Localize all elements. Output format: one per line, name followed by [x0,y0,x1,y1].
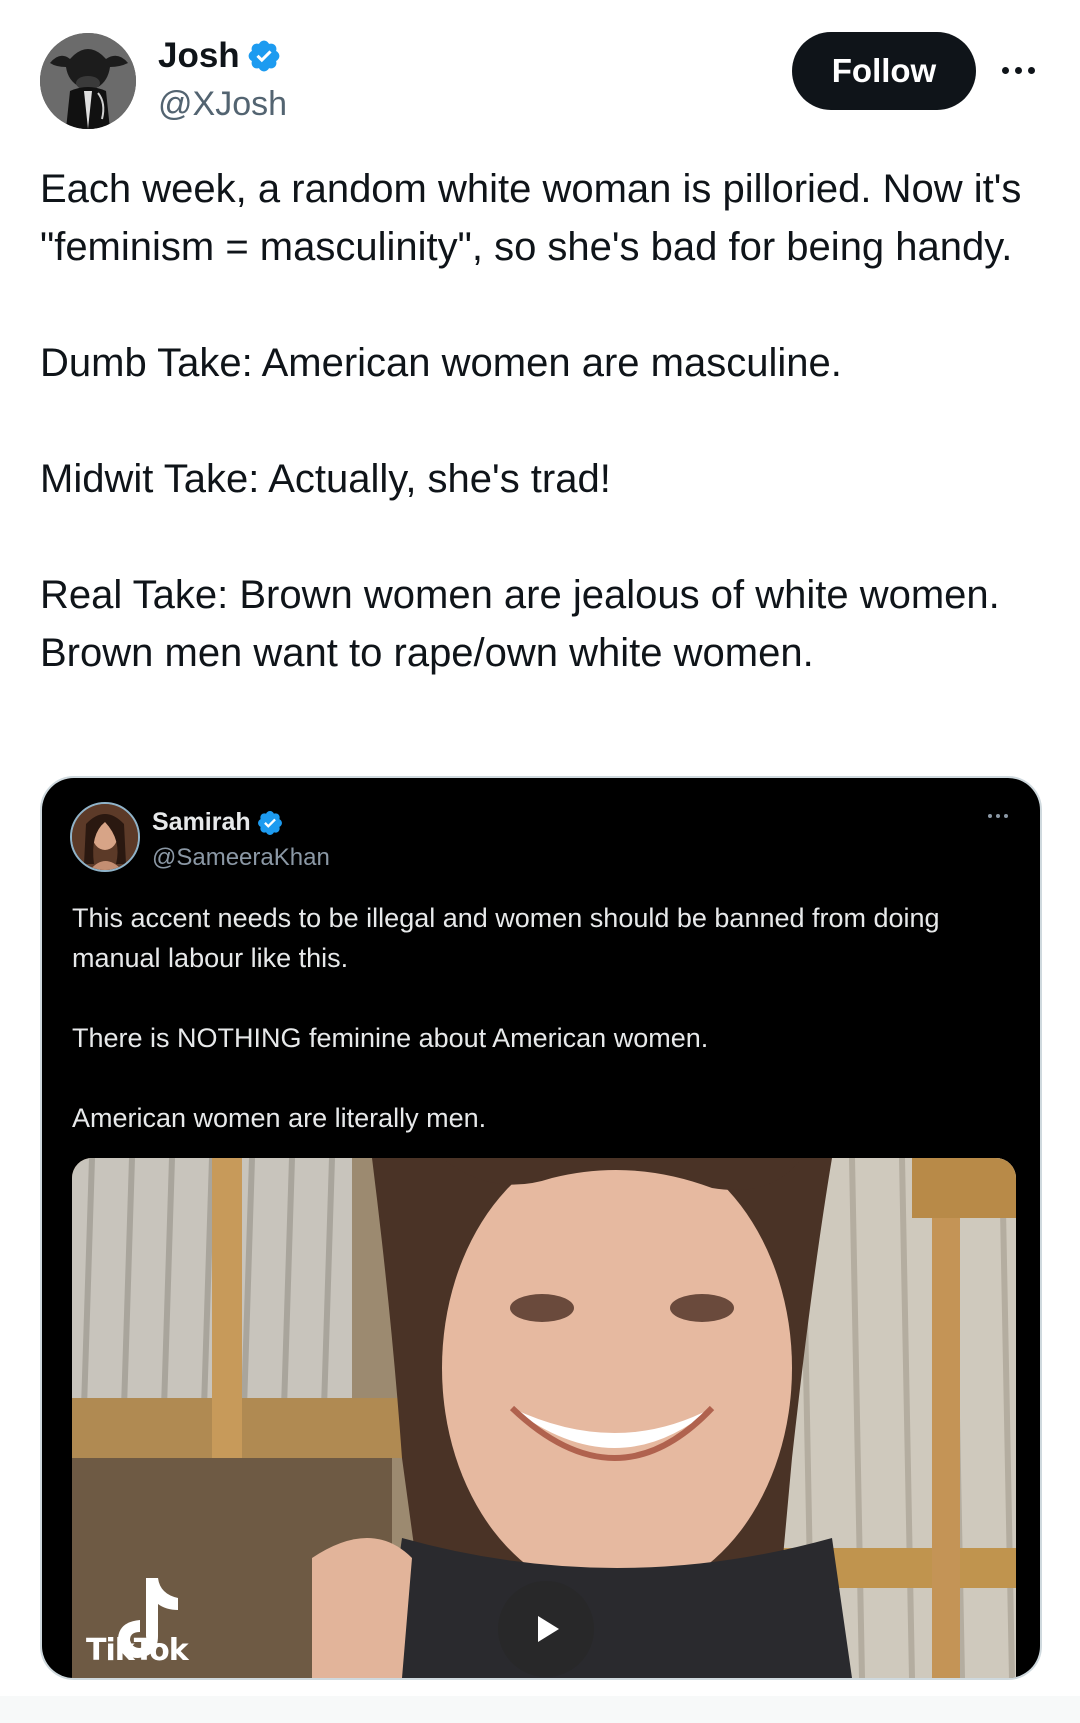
quoted-author-avatar [70,802,140,872]
more-horizontal-icon [986,814,1010,818]
quoted-author-name: Samirah [152,808,251,836]
quoted-tweet-body: This accent needs to be illegal and wome… [72,898,1012,1138]
bottom-divider [0,1696,1080,1723]
tweet-paragraph: Midwit Take: Actually, she's trad! [40,457,611,501]
tiktok-watermark: TikTok [86,1633,189,1668]
verified-badge-icon [257,810,282,835]
more-horizontal-icon[interactable] [996,52,1040,88]
author-avatar[interactable] [40,33,136,129]
author-handle[interactable]: @XJosh [158,82,287,126]
tweet-body: Each week, a random white woman is pillo… [40,160,1050,682]
quoted-tweet-screenshot: Samirah @SameeraKhan This accent needs t… [42,778,1040,1678]
quoted-paragraph: American women are literally men. [72,1103,487,1133]
quoted-author-handle: @SameeraKhan [152,844,330,871]
tweet-paragraph: Dumb Take: American women are masculine. [40,341,842,385]
tweet-paragraph: Real Take: Brown women are jealous of wh… [40,573,1000,675]
author-name[interactable]: Josh [158,34,240,78]
quoted-paragraph: This accent needs to be illegal and wome… [72,903,940,973]
video-thumbnail[interactable]: TikTok [72,1158,1016,1678]
tweet-paragraph: Each week, a random white woman is pillo… [40,167,1022,269]
quoted-tweet-card[interactable]: Samirah @SameeraKhan This accent needs t… [40,776,1042,1680]
verified-badge-icon [248,40,280,72]
quoted-paragraph: There is NOTHING feminine about American… [72,1023,709,1053]
play-icon[interactable] [498,1581,594,1677]
tweet-header: Josh @XJosh Follow [40,30,1040,130]
follow-button[interactable]: Follow [792,32,976,110]
cow-head-person-avatar [40,33,136,129]
